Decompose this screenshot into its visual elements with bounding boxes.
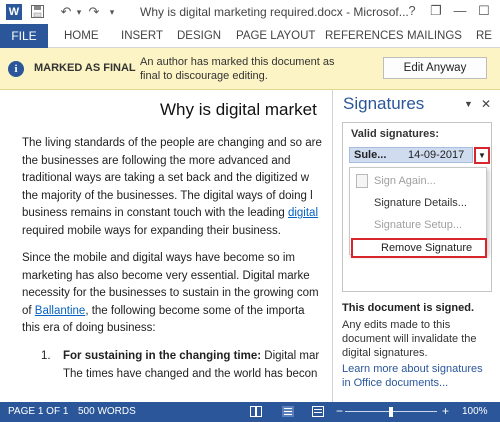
list-item-1: For sustaining in the changing time: Dig… (63, 348, 319, 366)
signer-name: Sule... (354, 149, 387, 161)
edit-anyway-button[interactable]: Edit Anyway (383, 57, 487, 79)
menu-sign-again[interactable]: Sign Again... (374, 175, 436, 187)
ribbon-display-options-button[interactable]: ❐ (424, 0, 448, 22)
word-count[interactable]: 500 WORDS (78, 406, 136, 417)
list-item-heading: For sustaining in the changing time: (63, 350, 262, 362)
title-bar: W ↶ ▾ ↷ ▾ Why is digital marketing requi… (0, 0, 500, 24)
web-layout-icon[interactable] (312, 406, 324, 417)
paragraph-1-line-5-text: business remains in constant touch with … (22, 207, 285, 220)
ballantine-link[interactable]: Ballantine (35, 305, 86, 317)
zoom-out-button[interactable]: − (336, 404, 343, 418)
ribbon-tabs: FILE HOME INSERT DESIGN PAGE LAYOUT REFE… (0, 24, 500, 48)
help-button[interactable]: ? (400, 0, 424, 22)
marked-as-final-label: MARKED AS FINAL (34, 62, 136, 74)
document-icon (356, 174, 368, 188)
menu-signature-setup[interactable]: Signature Setup... (374, 219, 462, 231)
signature-date: 14-09-2017 (408, 149, 465, 161)
status-bar: PAGE 1 OF 1 500 WORDS − + 100% (0, 402, 500, 422)
paragraph-1-line-1: The living standards of the people are c… (22, 137, 322, 149)
signatures-pane: Signatures ▼ ✕ Valid signatures: Sule...… (332, 90, 500, 402)
read-mode-icon[interactable] (250, 406, 262, 417)
zoom-in-button[interactable]: + (442, 404, 449, 418)
list-number: 1. (41, 350, 51, 362)
signature-entry[interactable]: Sule... 14-09-2017 (349, 147, 473, 163)
marked-as-final-bar: i MARKED AS FINAL An author has marked t… (0, 48, 500, 90)
menu-remove-signature[interactable]: Remove Signature (351, 238, 487, 258)
paragraph-2-line-3: necessity for the businesses to sustain … (22, 287, 319, 300)
paragraph-2-line-2: marketing has also become very essential… (22, 269, 310, 282)
print-layout-icon[interactable] (282, 406, 294, 417)
tab-design[interactable]: DESIGN (177, 24, 221, 48)
tab-mailings[interactable]: MAILINGS (407, 24, 462, 48)
pane-options-icon[interactable]: ▼ (464, 99, 473, 109)
tab-insert[interactable]: INSERT (121, 24, 163, 48)
paragraph-2-line-4: of Ballantine, the following become some… (22, 303, 305, 321)
signature-context-menu: Sign Again... Signature Details... Signa… (349, 167, 487, 258)
paragraph-2-line-5: this era of doing business: (22, 322, 156, 335)
tab-review[interactable]: RE (476, 24, 492, 48)
learn-more-link[interactable]: Learn more about signatures in Office do… (342, 362, 492, 390)
paragraph-2-line-1: Since the mobile and digital ways have b… (22, 252, 295, 264)
paragraph-2-line-4-prefix: of (22, 304, 32, 317)
tab-references[interactable]: REFERENCES (325, 24, 404, 48)
window-title: Why is digital marketing required.docx -… (140, 5, 409, 19)
tab-home[interactable]: HOME (64, 24, 99, 48)
paragraph-1-line-4: the majority of the businesses. The digi… (22, 189, 313, 202)
paragraph-1-line-6: required mobile ways for expanding their… (22, 225, 281, 237)
document-page[interactable]: Why is digital market The living standar… (0, 90, 332, 402)
customize-toolbar-icon[interactable]: ▾ (106, 3, 118, 21)
marked-as-final-message: An author has marked this document as fi… (140, 56, 335, 82)
word-app-icon: W (6, 4, 22, 20)
page-count[interactable]: PAGE 1 OF 1 (8, 406, 68, 417)
valid-signatures-label: Valid signatures: (351, 128, 440, 140)
minimize-button[interactable]: — (448, 0, 472, 22)
menu-signature-details[interactable]: Signature Details... (374, 197, 467, 209)
list-item-text: Digital mar (264, 350, 320, 362)
remove-signature-label: Remove Signature (381, 242, 473, 254)
redo-icon[interactable]: ↷ (86, 3, 102, 21)
document-title: Why is digital market (160, 100, 317, 119)
undo-icon[interactable]: ↶ (58, 3, 74, 21)
signature-dropdown-button[interactable]: ▼ (474, 147, 490, 164)
signatures-pane-title: Signatures (343, 94, 425, 113)
paragraph-1-line-5: business remains in constant touch with … (22, 205, 318, 223)
info-icon: i (8, 61, 24, 77)
paragraph-2-line-4-suffix: , the following become some of the impor… (85, 304, 305, 317)
tab-page-layout[interactable]: PAGE LAYOUT (236, 24, 315, 48)
pane-close-icon[interactable]: ✕ (481, 97, 491, 111)
document-signed-message: Any edits made to this document will inv… (342, 319, 477, 359)
tab-file[interactable]: FILE (0, 24, 48, 48)
paragraph-1-line-3: traditional ways are taking a set back a… (22, 172, 310, 185)
zoom-level[interactable]: 100% (462, 406, 488, 417)
paragraph-1-line-2: the businesses are following the more ad… (22, 154, 291, 167)
maximize-button[interactable]: ☐ (472, 0, 496, 22)
document-signed-title: This document is signed. (342, 302, 475, 314)
list-item-1-line-2: The times have changed and the world has… (63, 367, 318, 380)
save-icon[interactable] (28, 3, 46, 21)
digital-link[interactable]: digital (288, 207, 318, 219)
zoom-slider-thumb[interactable] (389, 407, 393, 417)
undo-dropdown-icon[interactable]: ▾ (74, 3, 84, 21)
